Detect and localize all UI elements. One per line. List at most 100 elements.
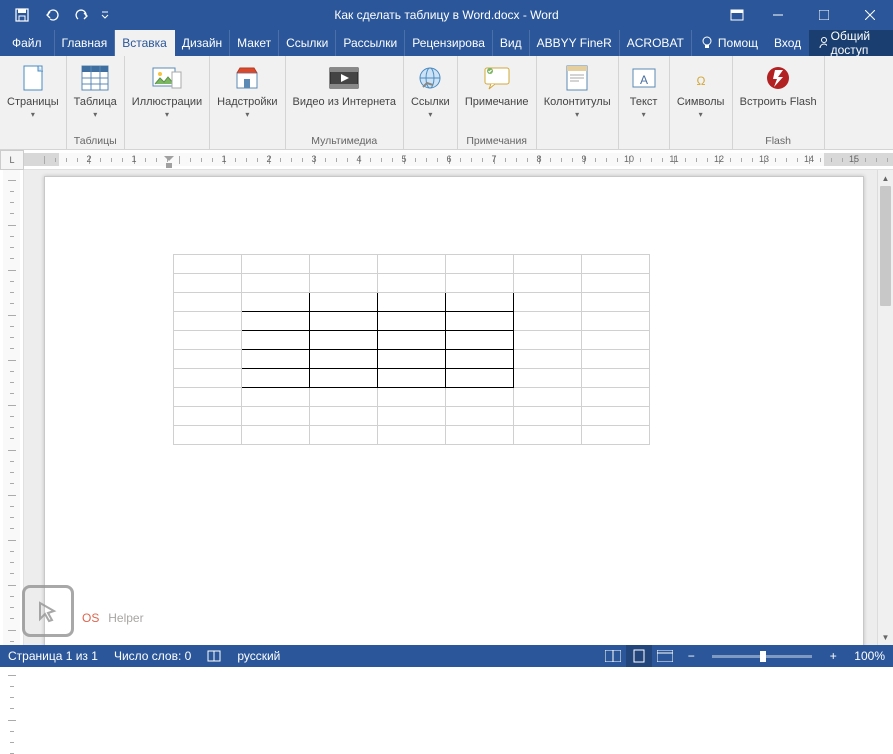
word-count[interactable]: Число слов: 0 bbox=[106, 645, 199, 667]
table-cell[interactable] bbox=[242, 274, 310, 293]
online-video-button[interactable]: Видео из Интернета bbox=[289, 60, 400, 111]
tab-file[interactable]: Файл bbox=[0, 30, 55, 56]
table-cell[interactable] bbox=[378, 274, 446, 293]
table-cell[interactable] bbox=[514, 388, 582, 407]
table-cell[interactable] bbox=[310, 255, 378, 274]
zoom-in-button[interactable]: + bbox=[820, 645, 846, 667]
text-button[interactable]: A Текст ▾ bbox=[622, 60, 666, 121]
document-page[interactable] bbox=[44, 176, 864, 645]
table-cell[interactable] bbox=[514, 426, 582, 445]
save-button[interactable] bbox=[8, 3, 36, 27]
table-cell[interactable] bbox=[378, 369, 446, 388]
table-cell[interactable] bbox=[582, 426, 650, 445]
table-cell[interactable] bbox=[174, 255, 242, 274]
horizontal-ruler[interactable]: 21123456789101112131415 bbox=[24, 150, 893, 170]
table-cell[interactable] bbox=[378, 407, 446, 426]
table-cell[interactable] bbox=[242, 255, 310, 274]
tab-references[interactable]: Ссылки bbox=[279, 30, 336, 56]
table-cell[interactable] bbox=[582, 255, 650, 274]
table-cell[interactable] bbox=[310, 350, 378, 369]
table-cell[interactable] bbox=[310, 369, 378, 388]
table-cell[interactable] bbox=[582, 407, 650, 426]
spellcheck-button[interactable] bbox=[199, 645, 229, 667]
table-cell[interactable] bbox=[242, 312, 310, 331]
table-cell[interactable] bbox=[582, 312, 650, 331]
table-cell[interactable] bbox=[514, 255, 582, 274]
table-cell[interactable] bbox=[174, 388, 242, 407]
close-button[interactable] bbox=[847, 0, 893, 30]
table-cell[interactable] bbox=[446, 331, 514, 350]
web-layout-button[interactable] bbox=[652, 645, 678, 667]
pages-button[interactable]: Страницы ▾ bbox=[3, 60, 63, 121]
table-cell[interactable] bbox=[446, 388, 514, 407]
table-cell[interactable] bbox=[174, 274, 242, 293]
table-cell[interactable] bbox=[582, 369, 650, 388]
table-cell[interactable] bbox=[446, 293, 514, 312]
qat-customize[interactable] bbox=[98, 3, 112, 27]
table-cell[interactable] bbox=[446, 312, 514, 331]
scroll-down-button[interactable]: ▼ bbox=[878, 629, 893, 645]
redo-button[interactable] bbox=[68, 3, 96, 27]
table-cell[interactable] bbox=[310, 293, 378, 312]
table-cell[interactable] bbox=[446, 255, 514, 274]
table-cell[interactable] bbox=[378, 255, 446, 274]
tab-layout[interactable]: Макет bbox=[230, 30, 279, 56]
document-table[interactable] bbox=[173, 254, 650, 445]
table-cell[interactable] bbox=[242, 350, 310, 369]
table-cell[interactable] bbox=[310, 407, 378, 426]
tab-review[interactable]: Рецензирова bbox=[405, 30, 493, 56]
table-cell[interactable] bbox=[174, 426, 242, 445]
tab-design[interactable]: Дизайн bbox=[175, 30, 230, 56]
table-cell[interactable] bbox=[582, 388, 650, 407]
table-cell[interactable] bbox=[378, 426, 446, 445]
tab-mailings[interactable]: Рассылки bbox=[336, 30, 405, 56]
ruler-corner[interactable]: L bbox=[0, 150, 24, 170]
table-cell[interactable] bbox=[378, 388, 446, 407]
tab-acrobat[interactable]: ACROBAT bbox=[620, 30, 692, 56]
addins-button[interactable]: Надстройки ▾ bbox=[213, 60, 281, 121]
share-button[interactable]: Общий доступ bbox=[809, 30, 893, 56]
indent-marker-icon[interactable] bbox=[164, 150, 174, 170]
table-cell[interactable] bbox=[174, 312, 242, 331]
table-cell[interactable] bbox=[378, 331, 446, 350]
table-cell[interactable] bbox=[174, 369, 242, 388]
table-cell[interactable] bbox=[446, 407, 514, 426]
table-cell[interactable] bbox=[514, 274, 582, 293]
table-cell[interactable] bbox=[174, 331, 242, 350]
table-cell[interactable] bbox=[242, 388, 310, 407]
table-cell[interactable] bbox=[446, 274, 514, 293]
tell-me-button[interactable]: Помощ bbox=[692, 30, 766, 56]
table-cell[interactable] bbox=[242, 369, 310, 388]
scroll-up-button[interactable]: ▲ bbox=[878, 170, 893, 186]
tab-home[interactable]: Главная bbox=[55, 30, 116, 56]
zoom-level[interactable]: 100% bbox=[846, 645, 893, 667]
table-button[interactable]: Таблица ▾ bbox=[70, 60, 121, 121]
table-cell[interactable] bbox=[582, 274, 650, 293]
table-cell[interactable] bbox=[174, 407, 242, 426]
vertical-scrollbar[interactable]: ▲ ▼ bbox=[877, 170, 893, 645]
ribbon-options-button[interactable] bbox=[719, 0, 755, 30]
comment-button[interactable]: Примечание bbox=[461, 60, 533, 111]
read-mode-button[interactable] bbox=[600, 645, 626, 667]
links-button[interactable]: Ссылки ▾ bbox=[407, 60, 454, 121]
tab-view[interactable]: Вид bbox=[493, 30, 530, 56]
table-cell[interactable] bbox=[514, 331, 582, 350]
table-cell[interactable] bbox=[378, 312, 446, 331]
maximize-button[interactable] bbox=[801, 0, 847, 30]
illustrations-button[interactable]: Иллюстрации ▾ bbox=[128, 60, 206, 121]
scrollbar-thumb[interactable] bbox=[880, 186, 891, 306]
tab-abbyy[interactable]: ABBYY FineR bbox=[530, 30, 620, 56]
flash-button[interactable]: Встроить Flash bbox=[736, 60, 821, 111]
page-indicator[interactable]: Страница 1 из 1 bbox=[0, 645, 106, 667]
language-indicator[interactable]: русский bbox=[229, 645, 288, 667]
print-layout-button[interactable] bbox=[626, 645, 652, 667]
table-cell[interactable] bbox=[310, 274, 378, 293]
table-cell[interactable] bbox=[514, 350, 582, 369]
table-cell[interactable] bbox=[310, 426, 378, 445]
table-cell[interactable] bbox=[242, 293, 310, 312]
symbols-button[interactable]: Ω Символы ▾ bbox=[673, 60, 729, 121]
table-cell[interactable] bbox=[242, 426, 310, 445]
table-cell[interactable] bbox=[378, 350, 446, 369]
signin-button[interactable]: Вход bbox=[766, 30, 809, 56]
zoom-slider[interactable] bbox=[712, 655, 812, 658]
